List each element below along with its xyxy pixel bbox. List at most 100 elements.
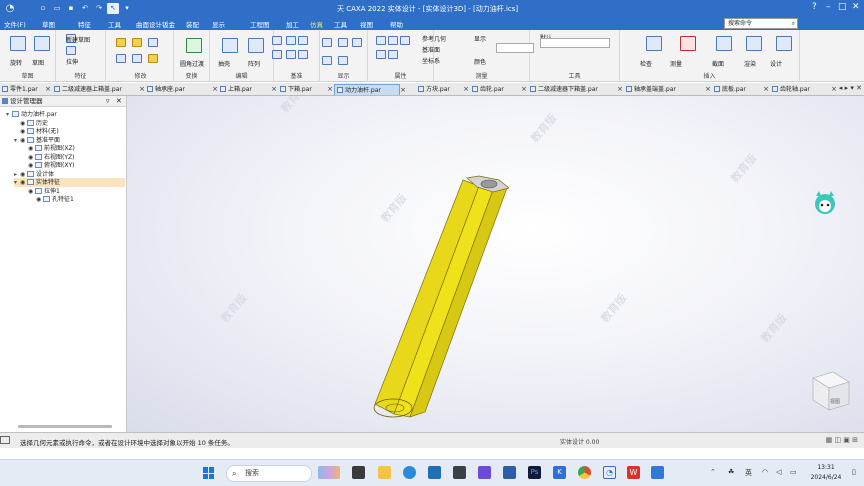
- tab-close-icon[interactable]: ×: [521, 84, 527, 95]
- doc-tab[interactable]: 上箱.par ×: [218, 84, 277, 95]
- tab-close-icon[interactable]: ×: [327, 84, 333, 95]
- notification-icon[interactable]: ▯: [852, 468, 856, 476]
- photoshop-icon[interactable]: Ps: [528, 466, 541, 479]
- window-app-icon[interactable]: [503, 466, 516, 479]
- tab-close-icon[interactable]: ×: [271, 84, 277, 95]
- show-icon[interactable]: [338, 56, 348, 65]
- minimize-icon[interactable]: –: [826, 2, 831, 12]
- doc-tab[interactable]: 底板.par ×: [712, 84, 769, 95]
- menu-item-11[interactable]: 工具: [334, 19, 347, 29]
- doc-tab[interactable]: 二级减速器上箱盖.par ×: [52, 84, 145, 95]
- edge-browser-icon[interactable]: [403, 466, 416, 479]
- ribbon-text-transform_label[interactable]: 阵列: [248, 59, 260, 68]
- undo-icon[interactable]: ↶: [79, 3, 91, 14]
- display-mode-icon[interactable]: [322, 38, 332, 47]
- start-button[interactable]: [203, 467, 215, 479]
- caxa-app-icon[interactable]: ◔: [603, 466, 616, 479]
- network-icon[interactable]: ◠: [762, 468, 768, 476]
- menu-item-6[interactable]: 装配: [186, 19, 199, 29]
- menu-item-9[interactable]: 加工: [286, 19, 299, 29]
- command-search-input[interactable]: 搜索命令 ⌕: [724, 18, 798, 29]
- axis-icon[interactable]: [286, 36, 296, 45]
- battery-icon[interactable]: ▭: [790, 468, 797, 476]
- ribbon-text-sketch_t4[interactable]: 草图: [32, 58, 44, 67]
- tab-close-icon[interactable]: ×: [463, 84, 469, 95]
- design-app-icon[interactable]: [478, 466, 491, 479]
- chamfer-icon[interactable]: [132, 38, 142, 47]
- doc-tab[interactable]: 方块.par ×: [416, 84, 469, 95]
- ribbon-text-ref_t2[interactable]: 基准面: [422, 45, 440, 54]
- ribbon-text-sketch_t3[interactable]: 新建草图: [66, 35, 90, 44]
- task-view-icon[interactable]: [352, 466, 365, 479]
- shade-icon[interactable]: [338, 38, 348, 47]
- tab-close-icon[interactable]: ×: [617, 84, 623, 95]
- doc-tab[interactable]: 动力油杆.par ×: [334, 84, 406, 95]
- redo-icon[interactable]: ↷: [93, 3, 105, 14]
- ribbon-text-ref_t3[interactable]: 坐标系: [422, 56, 440, 65]
- view-icon[interactable]: [248, 38, 264, 53]
- menu-item-13[interactable]: 帮助: [390, 19, 403, 29]
- menu-item-2[interactable]: 特征: [78, 19, 91, 29]
- help-icon[interactable]: ?: [812, 2, 817, 12]
- dropdown-icon[interactable]: ▾: [121, 3, 133, 14]
- draft-icon[interactable]: [116, 54, 126, 63]
- input-language-indicator[interactable]: 英: [745, 468, 752, 478]
- doc-tab[interactable]: 轴承座.par ×: [145, 84, 218, 95]
- section-icon[interactable]: [716, 36, 732, 51]
- tree-horizontal-scrollbar[interactable]: [18, 425, 112, 428]
- ribbon-text-tool_t1[interactable]: 检查: [640, 59, 652, 68]
- area-icon[interactable]: [388, 50, 398, 59]
- angle-icon[interactable]: [376, 50, 386, 59]
- doc-tab[interactable]: 齿轮轴.par ×: [770, 84, 837, 95]
- arc-icon[interactable]: [66, 46, 76, 55]
- plane-icon[interactable]: [272, 36, 282, 45]
- cube-app-icon[interactable]: [453, 466, 466, 479]
- check-icon[interactable]: [388, 36, 398, 45]
- close-icon[interactable]: ✕: [852, 2, 860, 12]
- ribbon-text-ref_t1[interactable]: 参考几何: [422, 34, 446, 43]
- tab-close-icon[interactable]: ×: [400, 85, 406, 96]
- menu-item-4[interactable]: 曲面设计: [136, 19, 162, 29]
- face-icon[interactable]: [148, 54, 158, 63]
- doc-tab[interactable]: 轴承盖端盖.par ×: [624, 84, 711, 95]
- ribbon-dropdown-0[interactable]: [496, 43, 534, 53]
- inspect-icon[interactable]: [646, 36, 662, 51]
- 3d-viewport[interactable]: 视图 教育版 教育版 教育版 教育版 教育版 教育版 教育版: [127, 96, 864, 432]
- menu-item-12[interactable]: 视图: [360, 19, 373, 29]
- doc-tab[interactable]: 下箱.par ×: [278, 84, 333, 95]
- tray-expand-icon[interactable]: ⌃: [710, 468, 716, 476]
- widgets-icon[interactable]: [318, 466, 340, 479]
- new-file-icon[interactable]: ▫: [37, 3, 49, 14]
- chrome-icon[interactable]: [578, 466, 591, 479]
- save-icon[interactable]: ▪: [65, 3, 77, 14]
- doc-tab[interactable]: 二级减速器下箱盖.par ×: [528, 84, 623, 95]
- volume-icon[interactable]: ◁: [776, 468, 781, 476]
- view-cube[interactable]: 视图: [812, 371, 850, 411]
- ribbon-text-tool_t3[interactable]: 截面: [712, 59, 724, 68]
- edit-icon[interactable]: [222, 38, 238, 53]
- shell-icon[interactable]: [148, 38, 158, 47]
- extrude-icon[interactable]: [34, 36, 50, 51]
- render-icon[interactable]: [680, 36, 696, 51]
- split-icon[interactable]: [132, 54, 142, 63]
- menu-item-10[interactable]: 仿真: [310, 19, 323, 29]
- fillet-icon[interactable]: [116, 38, 126, 47]
- ribbon-text-prop_t1[interactable]: 显示: [474, 34, 486, 43]
- sketch-icon[interactable]: [10, 36, 26, 51]
- tree-row[interactable]: ◉ 孔特征1: [30, 195, 74, 204]
- tab-scroll-arrows[interactable]: ◂ ▸ ▾ ✕: [839, 84, 862, 92]
- menu-item-0[interactable]: 文件(F): [4, 19, 26, 29]
- doc-tab[interactable]: 齿轮.par ×: [470, 84, 527, 95]
- ribbon-text-prop_t2[interactable]: 颜色: [474, 57, 486, 66]
- ribbon-text-tool_t4[interactable]: 渲染: [744, 59, 756, 68]
- ribbon-dropdown-1[interactable]: [540, 38, 610, 48]
- menu-item-3[interactable]: 工具: [108, 19, 121, 29]
- tab-close-icon[interactable]: ×: [45, 84, 51, 95]
- doc-tab[interactable]: 零件1.par ×: [0, 84, 51, 95]
- status-icons[interactable]: ▦ ◫ ▣ ⊞: [826, 436, 858, 444]
- wps-icon[interactable]: W: [627, 466, 640, 479]
- curve-icon[interactable]: [298, 50, 308, 59]
- ribbon-text-sketch_t2[interactable]: 旋转: [10, 58, 22, 67]
- panel-close-icon[interactable]: ✕: [116, 96, 122, 107]
- ribbon-text-shell_label[interactable]: 抽壳: [218, 59, 230, 68]
